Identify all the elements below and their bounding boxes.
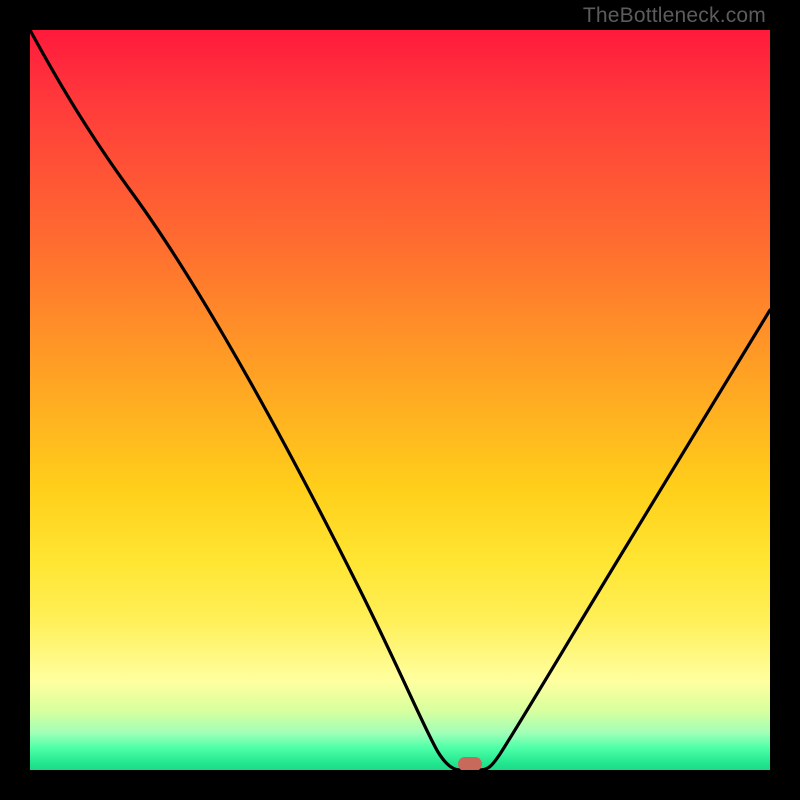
curve-svg xyxy=(30,30,770,770)
curve-path xyxy=(30,30,770,770)
chart-frame: TheBottleneck.com xyxy=(0,0,800,800)
watermark-text: TheBottleneck.com xyxy=(583,4,766,28)
bottleneck-marker xyxy=(458,757,482,770)
plot-area xyxy=(30,30,770,770)
